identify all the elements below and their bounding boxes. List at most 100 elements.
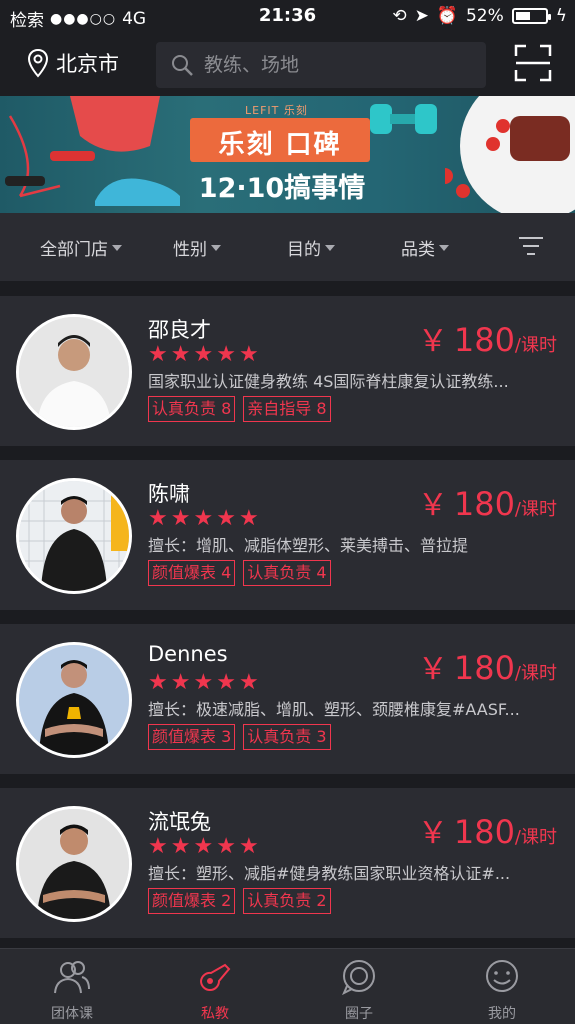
- rating-stars: ★ ★ ★ ★ ★: [148, 836, 259, 858]
- filter-label: 品类: [401, 240, 435, 260]
- review-tag: 认真负责 2: [243, 888, 331, 914]
- review-tag: 认真负责 3: [243, 724, 331, 750]
- price-unit: /课时: [514, 827, 557, 848]
- search-bar[interactable]: [156, 42, 486, 88]
- coach-card[interactable]: 流氓兔 ★ ★ ★ ★ ★ ￥ 180 /课时 擅长：塑形、减脂#健身教练国家职业资格认…: [0, 788, 575, 938]
- group-icon: [54, 961, 90, 994]
- banner-headline: 乐刻 口碑: [218, 130, 342, 160]
- city-selector[interactable]: 北京市: [26, 48, 119, 78]
- tab-label: 团体课: [51, 1006, 93, 1022]
- rating-stars: ★ ★ ★ ★ ★: [148, 344, 259, 366]
- dumbbell-illustration: [370, 104, 437, 134]
- battery-percent: 52%: [465, 6, 504, 26]
- filter-label: 性别: [173, 240, 207, 260]
- coach-name: Dennes: [148, 642, 228, 666]
- caret-down-icon: [112, 244, 122, 251]
- charging-icon: ϟ: [555, 6, 567, 26]
- battery-icon: [511, 8, 551, 24]
- coach-description: 擅长：增肌、减脂体塑形、莱美搏击、普拉提: [148, 536, 469, 555]
- filter-gender[interactable]: 性别: [173, 235, 221, 260]
- banner-headline-box: 乐刻 口碑: [190, 118, 370, 162]
- banner-brand: LEFIT 乐刻: [245, 104, 308, 117]
- location-pin-icon: [27, 48, 49, 78]
- coach-card[interactable]: 陈啸 ★ ★ ★ ★ ★ ￥ 180 /课时 擅长：增肌、减脂体塑形、莱美搏击、普拉提 …: [0, 460, 575, 610]
- review-tag: 颜值爆表 3: [148, 724, 236, 750]
- filter-category[interactable]: 品类: [401, 235, 449, 260]
- price-unit: /课时: [514, 663, 557, 684]
- star-icon: ★: [216, 342, 236, 367]
- currency-symbol: ￥: [417, 816, 448, 851]
- currency-symbol: ￥: [417, 488, 448, 523]
- tab-label: 圈子: [345, 1006, 373, 1022]
- rating-stars: ★ ★ ★ ★ ★: [148, 508, 259, 530]
- review-tags: 颜值爆表 2 认真负责 2: [148, 888, 331, 914]
- star-icon: ★: [238, 506, 259, 531]
- price: ￥ 180 /课时: [418, 316, 557, 360]
- status-bar: 检索 ●●●○○ 4G 21:36 ⟲ ➤ ⏰ 52% ϟ: [0, 0, 575, 34]
- star-icon: ★: [216, 670, 236, 695]
- star-icon: ★: [238, 342, 259, 367]
- review-tag: 认真负责 8: [148, 396, 236, 422]
- filter-bar: 全部门店 性别 目的 品类: [0, 213, 575, 281]
- coach-card[interactable]: 邵良才 ★ ★ ★ ★ ★ ￥ 180 /课时 国家职业认证健身教练 4S国际脊柱康复认…: [0, 296, 575, 446]
- banner-subline: 12·10搞事情: [198, 173, 366, 204]
- price-unit: /课时: [514, 335, 557, 356]
- price-unit: /课时: [514, 499, 557, 520]
- filter-goal[interactable]: 目的: [287, 235, 335, 260]
- currency-symbol: ￥: [417, 324, 448, 359]
- sports-bra-illustration: [70, 96, 160, 152]
- avatar: [16, 314, 132, 430]
- tab-label: 私教: [201, 1006, 229, 1022]
- caret-down-icon: [325, 244, 335, 251]
- filter-store[interactable]: 全部门店: [40, 235, 122, 260]
- tab-group-class[interactable]: 团体课: [22, 959, 122, 1023]
- top-header: 北京市: [0, 34, 575, 96]
- search-icon: [172, 55, 193, 76]
- review-tag: 颜值爆表 2: [148, 888, 236, 914]
- price: ￥ 180 /课时: [418, 808, 557, 852]
- coach-description: 擅长：极速减脂、增肌、塑形、颈腰椎康复#AASF...: [148, 700, 520, 719]
- star-icon: ★: [170, 834, 191, 859]
- bottom-tab-bar: 团体课 私教 圈子 我的: [0, 948, 575, 1024]
- price-amount: 180: [453, 321, 515, 359]
- star-icon: ★: [193, 834, 214, 859]
- tab-label: 我的: [488, 1006, 516, 1022]
- price: ￥ 180 /课时: [418, 644, 557, 688]
- coach-name: 邵良才: [148, 318, 211, 342]
- coach-description: 擅长：塑形、减脂#健身教练国家职业资格认证#...: [148, 864, 511, 883]
- avatar: [16, 642, 132, 758]
- whistle-icon: [199, 963, 231, 991]
- promo-banner[interactable]: LEFIT 乐刻 乐刻 口碑 12·10搞事情: [0, 96, 575, 213]
- star-icon: ★: [148, 342, 168, 367]
- coach-name: 陈啸: [148, 482, 190, 506]
- chat-bubble-icon: [342, 960, 375, 996]
- star-icon: ★: [216, 506, 236, 531]
- review-tag: 颜值爆表 4: [148, 560, 236, 586]
- smiley-icon: [486, 960, 518, 992]
- lock-rotation-icon: ⟲: [392, 6, 407, 26]
- steak-plate-illustration: [445, 96, 575, 213]
- caret-down-icon: [211, 244, 221, 251]
- tab-community[interactable]: 圈子: [309, 959, 409, 1023]
- coach-card[interactable]: Dennes ★ ★ ★ ★ ★ ￥ 180 /课时 擅长：极速减脂、增肌、塑形、颈腰椎…: [0, 624, 575, 774]
- search-input[interactable]: [204, 54, 464, 76]
- price-amount: 180: [453, 649, 515, 687]
- star-icon: ★: [216, 834, 236, 859]
- tab-profile[interactable]: 我的: [452, 959, 552, 1023]
- caret-down-icon: [439, 244, 449, 251]
- star-icon: ★: [238, 834, 259, 859]
- tab-private-coach[interactable]: 私教: [165, 959, 265, 1023]
- review-tags: 颜值爆表 4 认真负责 4: [148, 560, 331, 586]
- alarm-icon: ⏰: [436, 6, 458, 26]
- sort-filter-icon[interactable]: [518, 235, 544, 257]
- star-icon: ★: [193, 670, 214, 695]
- sneaker-illustration: [95, 178, 180, 206]
- star-icon: ★: [170, 670, 191, 695]
- coach-name: 流氓兔: [148, 810, 211, 834]
- scan-qr-icon[interactable]: [514, 44, 552, 82]
- review-tags: 颜值爆表 3 认真负责 3: [148, 724, 331, 750]
- price-amount: 180: [453, 485, 515, 523]
- star-icon: ★: [193, 506, 214, 531]
- city-name: 北京市: [56, 52, 119, 76]
- price: ￥ 180 /课时: [418, 480, 557, 524]
